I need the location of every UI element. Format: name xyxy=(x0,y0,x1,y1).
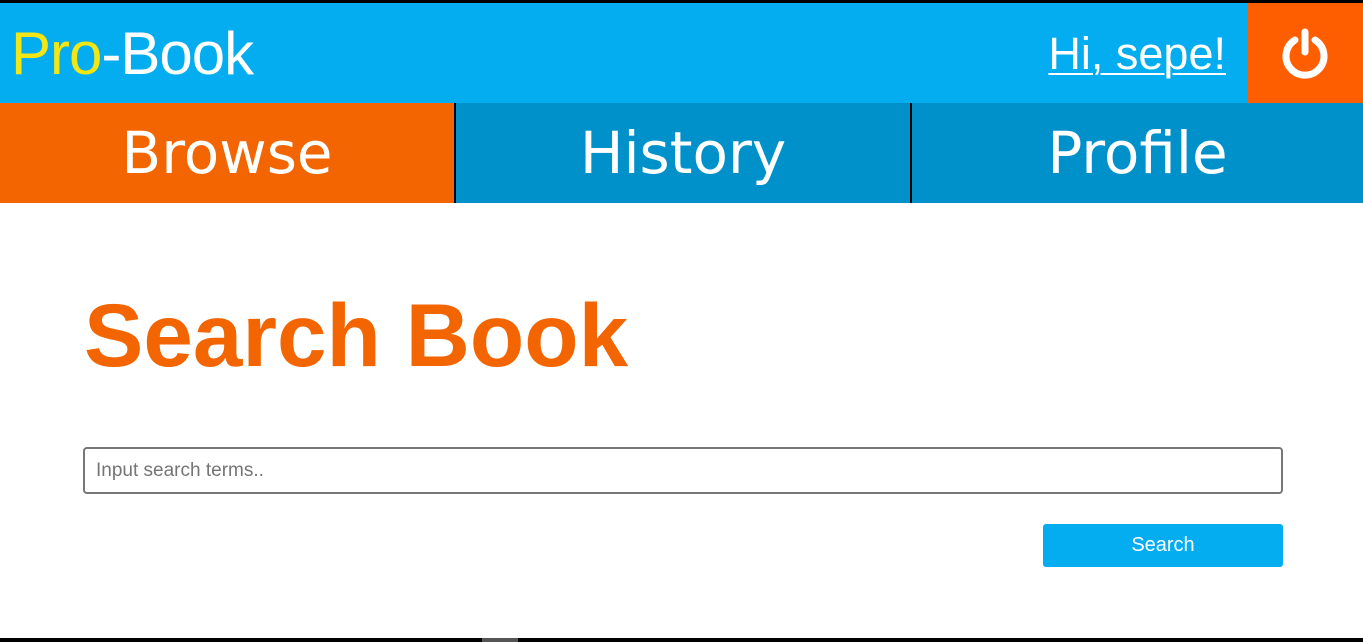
main-nav: Browse History Profile xyxy=(0,103,1363,203)
app-header: Pro-Book Hi, sepe! xyxy=(0,3,1363,103)
window-bottom-edge xyxy=(0,638,1363,642)
app-logo: Pro-Book xyxy=(11,20,254,87)
tab-browse[interactable]: Browse xyxy=(0,103,454,203)
page-title: Search Book xyxy=(84,285,629,385)
logout-button[interactable] xyxy=(1247,3,1363,103)
user-greeting-link[interactable]: Hi, sepe! xyxy=(1048,29,1226,79)
search-input[interactable] xyxy=(83,447,1283,494)
search-button[interactable]: Search xyxy=(1043,524,1283,567)
horizontal-scrollbar-thumb[interactable] xyxy=(482,638,518,642)
tab-history[interactable]: History xyxy=(454,103,910,203)
logo-highlight-text: Pro xyxy=(11,20,102,87)
power-icon xyxy=(1282,28,1328,79)
tab-profile[interactable]: Profile xyxy=(910,103,1363,203)
logo-rest-text: -Book xyxy=(101,20,254,87)
